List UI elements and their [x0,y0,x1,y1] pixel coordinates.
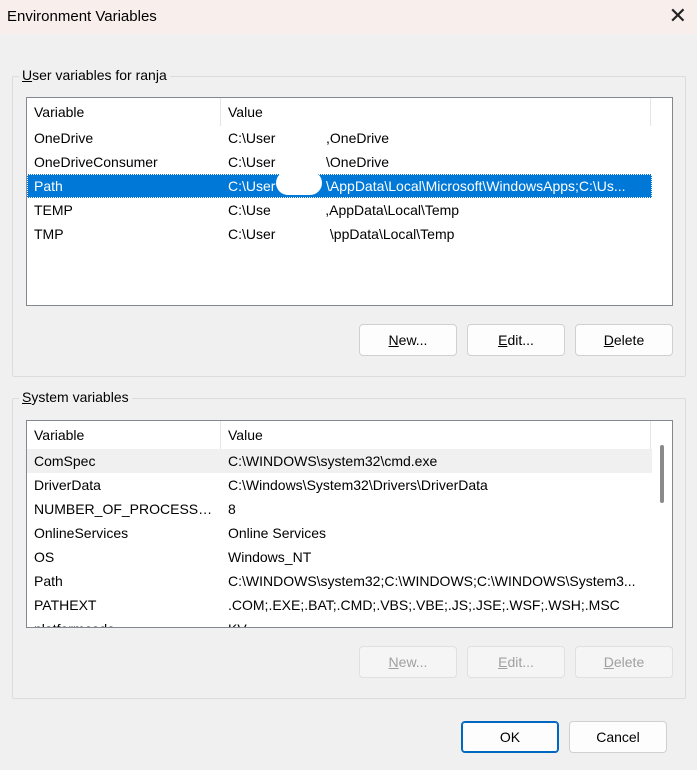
column-header-variable[interactable]: Variable [27,421,221,449]
variable-name: TEMP [34,202,73,218]
variable-name: NUMBER_OF_PROCESSORS [34,501,221,517]
variable-value: Windows_NT [228,549,312,565]
user-delete-button[interactable]: Delete [575,324,673,356]
table-row[interactable]: ComSpec C:\WINDOWS\system32\cmd.exe [27,449,652,473]
system-edit-button[interactable]: Edit... [467,646,565,678]
user-variables-list[interactable]: Variable Value OneDrive C:\User ,OneDrive… [26,97,673,306]
variable-name: OS [34,549,55,565]
table-row[interactable]: OneDriveConsumer C:\User \OneDrive [27,150,652,174]
variable-name: OnlineServices [34,525,129,541]
variable-name: Path [34,178,63,194]
system-variables-list[interactable]: Variable Value ComSpec C:\WINDOWS\system3… [26,420,673,628]
list-header: Variable Value [27,421,672,449]
variable-value: Online Services [228,525,327,541]
variable-name: ComSpec [34,453,96,469]
system-variables-label: System variables [19,389,132,405]
user-variables-label: User variables for ranja [19,67,170,83]
table-row[interactable]: OneDrive C:\User ,OneDrive [27,126,652,150]
column-header-value[interactable]: Value [221,98,651,126]
variable-name: OneDriveConsumer [34,154,158,170]
variable-name: DriverData [34,477,101,493]
column-header-value[interactable]: Value [221,421,651,449]
variable-name: platformcode [27,617,221,627]
variable-name: OneDrive [34,130,94,146]
variable-value: .COM;.EXE;.BAT;.CMD;.VBS;.VBE;.JS;.JSE;.… [228,597,620,613]
variable-value: C:\User ,OneDrive [228,130,390,146]
redaction-mask [276,171,322,195]
variable-name: TMP [34,226,64,242]
variable-value: C:\Use ,AppData\Local\Temp [228,202,460,218]
system-new-button[interactable]: New... [359,646,457,678]
user-new-button[interactable]: New... [359,324,457,356]
table-row[interactable]: Path C:\User \AppData\Local\Microsoft\Win… [27,174,652,198]
scrollbar-thumb[interactable] [660,445,664,503]
table-row[interactable]: OS Windows_NT [27,545,652,569]
variable-value: 8 [228,501,236,517]
table-row[interactable]: TMP C:\User \ppData\Local\Temp [27,222,652,246]
ok-button[interactable]: OK [461,721,559,753]
window-title: Environment Variables [7,8,157,25]
system-delete-button[interactable]: Delete [575,646,673,678]
table-row[interactable]: Path C:\WINDOWS\system32;C:\WINDOWS;C:\WI… [27,569,652,593]
table-row[interactable]: DriverData C:\Windows\System32\Drivers\Dr… [27,473,652,497]
table-row[interactable]: OnlineServices Online Services [27,521,652,545]
variable-value: C:\WINDOWS\system32\cmd.exe [228,453,438,469]
table-row[interactable]: platformcodeKV [27,617,652,627]
variable-value: C:\Windows\System32\Drivers\DriverData [228,477,488,493]
table-row[interactable]: NUMBER_OF_PROCESSORS 8 [27,497,652,521]
close-icon[interactable]: ✕ [669,3,687,29]
list-header: Variable Value [27,98,672,126]
variable-value: KV [221,617,652,627]
variable-value: C:\WINDOWS\system32;C:\WINDOWS;C:\WINDOW… [228,573,636,589]
variable-name: PATHEXT [34,597,97,613]
variable-value: C:\User \ppData\Local\Temp [228,226,455,242]
title-bar: Environment Variables ✕ [0,0,697,34]
table-row[interactable]: TEMP C:\Use ,AppData\Local\Temp [27,198,652,222]
table-row[interactable]: PATHEXT .COM;.EXE;.BAT;.CMD;.VBS;.VBE;.JS… [27,593,652,617]
vertical-scrollbar[interactable] [652,421,672,627]
variable-name: Path [34,573,63,589]
column-header-variable[interactable]: Variable [27,98,221,126]
user-edit-button[interactable]: Edit... [467,324,565,356]
cancel-button[interactable]: Cancel [569,721,667,753]
